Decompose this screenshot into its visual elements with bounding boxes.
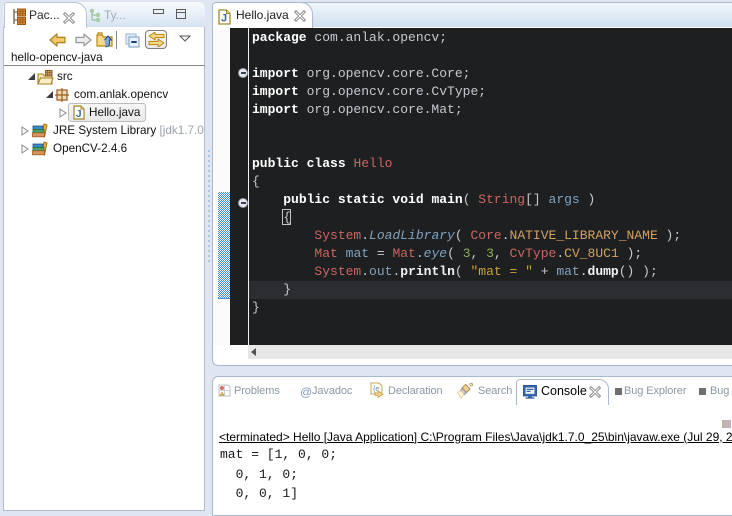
svg-text:J: J: [221, 13, 227, 25]
svg-text:J: J: [76, 108, 82, 120]
